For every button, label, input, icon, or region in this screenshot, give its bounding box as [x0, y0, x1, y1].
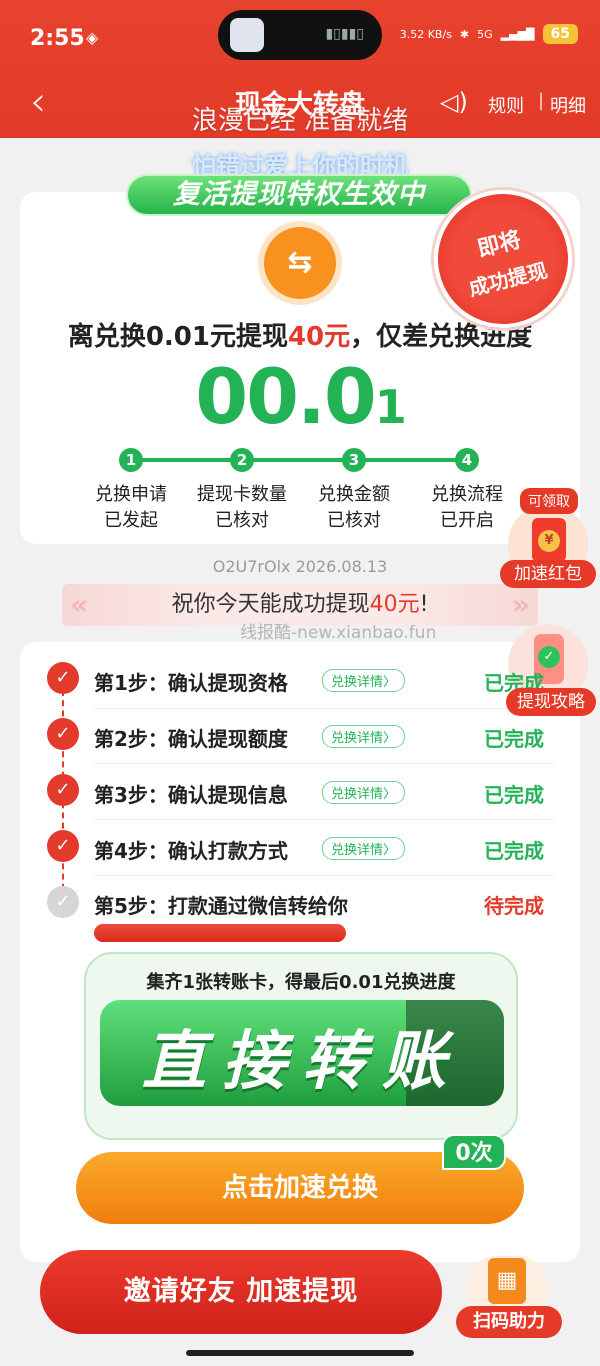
milestone-label-2: 提现卡数量 已核对 — [182, 482, 302, 534]
milestone-label-4: 兑换流程 已开启 — [407, 482, 527, 534]
wish-amount: 40元 — [369, 592, 420, 617]
check-icon: ✓ — [47, 774, 79, 806]
milestone-label-3: 兑换金额 已核对 — [294, 482, 414, 534]
signal-bars-icon: ▂▄▆█ — [500, 27, 535, 41]
invite-friends-button[interactable]: 邀请好友 加速提现 — [40, 1250, 442, 1334]
chevron-left-icon: « — [70, 588, 89, 621]
bluetooth-icon: ✱ — [459, 27, 470, 41]
milestone-dot-1: 1 — [119, 448, 143, 472]
milestone-3-status: 已核对 — [327, 510, 381, 531]
milestone-1-title: 兑换申请 — [95, 484, 167, 505]
transfer-card: 集齐1张转账卡，得最后0.01兑换进度 直接转账 — [84, 952, 518, 1140]
row-divider — [94, 708, 554, 709]
progress-value-main: 00.0 — [195, 352, 377, 441]
step-4-detail-link[interactable]: 兑换详情〉 — [322, 837, 406, 860]
progress-value-small: 1 — [374, 380, 407, 434]
milestone-2-title: 提现卡数量 — [197, 484, 287, 505]
chevron-right-icon: » — [511, 588, 530, 621]
step-4-status: 已完成 — [484, 839, 544, 863]
status-time: 2:55 — [30, 26, 85, 51]
battery-level: 65 — [542, 24, 578, 44]
step-3-status: 已完成 — [484, 783, 544, 807]
net-speed: 3.52 KB/s — [399, 27, 452, 41]
step-4-label: 第4步：确认打款方式 — [94, 839, 288, 863]
step-2-detail-link[interactable]: 兑换详情〉 — [322, 725, 406, 748]
red-packet-badge: 可领取 — [520, 488, 578, 514]
wechat-icon: ✓ — [538, 646, 560, 668]
milestone-dot-2: 2 — [230, 448, 254, 472]
progress-amount: 40元 — [287, 322, 351, 352]
dynamic-island: ▮▯▮▮▯ — [218, 10, 382, 60]
scan-help-button[interactable]: 扫码助力 — [456, 1306, 562, 1338]
progress-value: 00.01 — [0, 352, 600, 441]
nav-bar: ‹ 现金大转盘 浪漫已经 准备就绪 ◁) 规则 | 明细 — [0, 76, 600, 136]
milestone-line — [130, 458, 468, 462]
qr-code-icon: ▦ — [488, 1258, 526, 1304]
step-5-label: 第5步：打款通过微信转给你 — [94, 894, 348, 918]
layers-icon: ◈ — [86, 28, 99, 47]
detail-link[interactable]: 明细 — [550, 92, 586, 118]
revive-banner: 复活提现特权生效中 — [126, 174, 472, 216]
progress-prefix: 离兑换0.01元提现 — [67, 322, 288, 352]
status-right: 3.52 KB/s ✱ 5G ▂▄▆█ 65 — [400, 24, 578, 44]
step-3-detail-link[interactable]: 兑换详情〉 — [322, 781, 406, 804]
pending-check-icon: ✓ — [47, 886, 79, 918]
step-5-progress-bar — [94, 924, 346, 942]
check-icon: ✓ — [47, 718, 79, 750]
withdraw-guide-button[interactable]: 提现攻略 — [506, 688, 596, 716]
milestone-label-1: 兑换申请 已发起 — [71, 482, 191, 534]
swap-icon: ⇆ — [264, 227, 336, 299]
step-5-status: 待完成 — [484, 894, 544, 918]
coin-icon: ¥ — [538, 530, 560, 552]
row-divider — [94, 819, 554, 820]
rules-link[interactable]: 规则 — [488, 92, 524, 118]
audio-wave-icon: ▮▯▮▮▯ — [325, 26, 364, 42]
check-icon: ✓ — [47, 830, 79, 862]
step-3-label: 第3步：确认提现信息 — [94, 783, 288, 807]
transfer-title: 集齐1张转账卡，得最后0.01兑换进度 — [146, 972, 456, 993]
row-divider — [94, 875, 554, 876]
step-2-label: 第2步：确认提现额度 — [94, 727, 288, 751]
row-divider — [94, 763, 554, 764]
check-icon: ✓ — [47, 662, 79, 694]
direct-transfer-banner[interactable]: 直接转账 — [100, 1000, 504, 1106]
speaker-icon[interactable]: ◁) — [440, 88, 468, 116]
wish-suffix: ! — [419, 592, 429, 617]
direct-transfer-text: 直接转账 — [142, 1025, 462, 1099]
signal-label: 5G — [477, 27, 493, 41]
wish-prefix: 祝你今天能成功提现 — [171, 592, 370, 617]
nav-separator: | — [538, 90, 545, 111]
milestone-1-status: 已发起 — [104, 510, 158, 531]
milestone-dot-3: 3 — [342, 448, 366, 472]
milestone-3-title: 兑换金额 — [318, 484, 390, 505]
milestone-4-status: 已开启 — [440, 510, 494, 531]
top-header: 2:55 ◈ ▮▯▮▮▯ 3.52 KB/s ✱ 5G ▂▄▆█ 65 ‹ 现金… — [0, 0, 600, 138]
status-bar: 2:55 ◈ ▮▯▮▮▯ 3.52 KB/s ✱ 5G ▂▄▆█ 65 — [0, 0, 600, 72]
watermark: 线报酷-new.xianbao.fun — [240, 623, 437, 643]
milestone-dot-4: 4 — [455, 448, 479, 472]
milestone-2-status: 已核对 — [215, 510, 269, 531]
milestone-4-title: 兑换流程 — [431, 484, 503, 505]
exchange-count-badge: 0次 — [442, 1134, 506, 1170]
revive-banner-text: 复活提现特权生效中 — [173, 179, 425, 210]
speed-red-packet-button[interactable]: 加速红包 — [500, 560, 596, 588]
step-2-status: 已完成 — [484, 727, 544, 751]
home-indicator — [186, 1350, 414, 1356]
music-avatar — [230, 18, 264, 52]
step-1-label: 第1步：确认提现资格 — [94, 671, 288, 695]
step-1-detail-link[interactable]: 兑换详情〉 — [322, 669, 406, 692]
